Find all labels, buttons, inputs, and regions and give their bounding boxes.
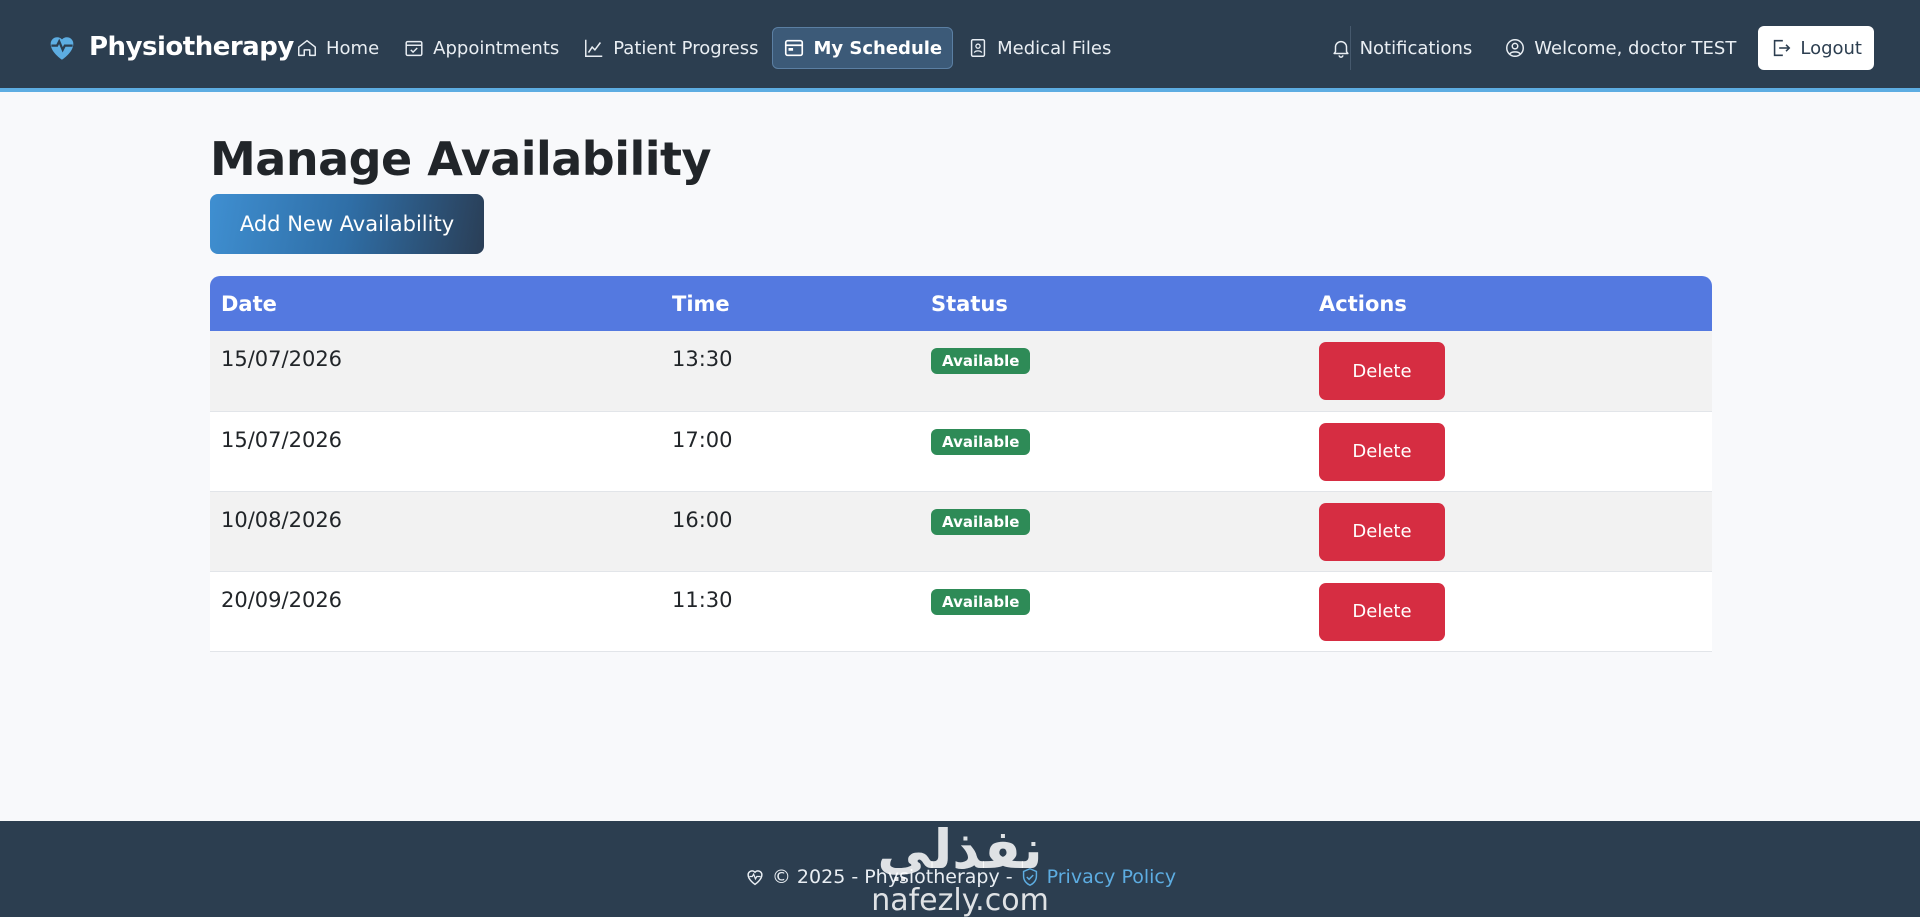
cell-status: Available: [920, 331, 1308, 411]
nav-item-appointments[interactable]: Appointments: [393, 27, 569, 69]
availability-table: Date Time Status Actions 15/07/2026 13:3…: [210, 276, 1712, 652]
table-header-row: Date Time Status Actions: [210, 276, 1712, 331]
table-row: 10/08/2026 16:00 Available Delete: [210, 491, 1712, 571]
nav-item-patient-progress[interactable]: Patient Progress: [573, 27, 768, 69]
navbar: Physiotherapy Home Appointments Patient …: [0, 0, 1920, 92]
bell-icon: [1332, 40, 1349, 58]
home-icon: [298, 39, 316, 57]
schedule-icon: [785, 39, 804, 57]
nav-item-home[interactable]: Home: [286, 27, 389, 69]
user-menu[interactable]: Welcome, doctor TEST: [1494, 27, 1746, 69]
cell-status: Available: [920, 411, 1308, 491]
logout-label: Logout: [1800, 37, 1862, 59]
delete-button[interactable]: Delete: [1319, 502, 1445, 561]
footer-line: © 2025 - Physiotherapy - Privacy Policy: [0, 862, 1920, 892]
column-header-actions: Actions: [1319, 291, 1407, 316]
cell-time: 13:30: [672, 347, 733, 371]
table-row: 15/07/2026 17:00 Available Delete: [210, 411, 1712, 491]
cell-time: 16:00: [672, 507, 733, 532]
user-circle-icon: [1506, 39, 1525, 57]
line-chart-icon: [585, 39, 603, 57]
logout-icon: [1774, 39, 1791, 57]
cell-actions: Delete: [1308, 491, 1712, 571]
table-row: 20/09/2026 11:30 Available Delete: [210, 571, 1712, 651]
cell-actions: Delete: [1308, 331, 1712, 411]
cell-actions: Delete: [1308, 411, 1712, 491]
column-header-date: Date: [221, 291, 277, 316]
page-title: Manage Availability: [210, 132, 712, 186]
nav-item-medical-files[interactable]: Medical Files: [957, 27, 1121, 69]
welcome-label: Welcome, doctor TEST: [1534, 37, 1737, 59]
add-availability-button[interactable]: Add New Availability: [210, 194, 484, 254]
brand[interactable]: Physiotherapy: [45, 27, 294, 67]
cell-time: 11:30: [672, 587, 733, 612]
notifications-link[interactable]: Notifications: [1320, 27, 1483, 69]
table-row: 15/07/2026 13:30 Available Delete: [210, 331, 1712, 411]
footer: © 2025 - Physiotherapy - Privacy Policy: [0, 821, 1920, 917]
delete-button[interactable]: Delete: [1319, 582, 1445, 641]
status-badge: Available: [931, 508, 1031, 535]
column-header-time: Time: [672, 291, 730, 316]
cell-date: 10/08/2026: [221, 507, 343, 532]
cell-date: 15/07/2026: [221, 347, 343, 371]
calendar-check-icon: [405, 40, 423, 57]
cell-status: Available: [920, 571, 1308, 651]
column-header-status: Status: [931, 291, 1008, 316]
brand-name: Physiotherapy: [89, 32, 294, 62]
nav-item-label: Appointments: [433, 37, 560, 59]
nav-right: Notifications Welcome, doctor TEST Logou…: [1320, 26, 1874, 70]
heart-pulse-icon: [50, 37, 74, 60]
heart-pulse-icon: [747, 870, 763, 886]
nav-links: Home Appointments Patient Progress My Sc…: [286, 26, 1121, 70]
nav-item-label: My Schedule: [813, 37, 943, 59]
nav-item-my-schedule[interactable]: My Schedule: [772, 27, 954, 69]
logout-button[interactable]: Logout: [1758, 26, 1874, 70]
notifications-label: Notifications: [1359, 37, 1473, 59]
main-content: Manage Availability Add New Availability…: [210, 130, 1712, 652]
nav-item-label: Medical Files: [997, 37, 1112, 59]
status-badge: Available: [931, 588, 1031, 615]
medical-file-icon: [970, 39, 986, 57]
privacy-policy-label: Privacy Policy: [1046, 866, 1177, 888]
delete-button[interactable]: Delete: [1319, 422, 1445, 481]
cell-date: 20/09/2026: [221, 587, 343, 612]
cell-date: 15/07/2026: [221, 427, 343, 452]
cell-status: Available: [920, 491, 1308, 571]
status-badge: Available: [931, 348, 1031, 374]
privacy-policy-link[interactable]: Privacy Policy: [1019, 866, 1176, 888]
nav-item-label: Patient Progress: [613, 37, 759, 59]
cell-actions: Delete: [1308, 571, 1712, 651]
nav-item-label: Home: [326, 37, 380, 59]
cell-time: 17:00: [672, 427, 733, 452]
shield-check-icon: [1022, 867, 1037, 887]
footer-copyright: © 2025 - Physiotherapy -: [771, 866, 1013, 888]
status-badge: Available: [931, 428, 1031, 455]
delete-button[interactable]: Delete: [1319, 342, 1445, 400]
